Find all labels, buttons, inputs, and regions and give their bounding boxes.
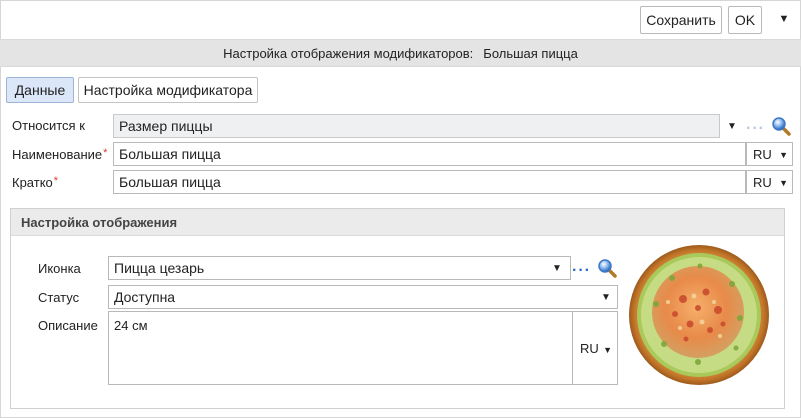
menu-dropdown-icon[interactable]: ▼: [776, 10, 792, 28]
pizza-image: [629, 245, 769, 385]
page-title-name: Большая пицца: [483, 45, 578, 61]
name-field[interactable]: Большая пицца: [113, 142, 746, 166]
tab-modifier-settings[interactable]: Настройка модификатора: [78, 77, 258, 103]
belongs-to-dropdown-icon[interactable]: ▼: [726, 119, 738, 133]
short-language-select[interactable]: RU ▼: [746, 170, 793, 194]
short-label: Кратко*: [12, 175, 59, 190]
description-label: Описание: [38, 318, 98, 333]
name-language-select[interactable]: RU ▼: [746, 142, 793, 166]
icon-field[interactable]: Пицца цезарь: [108, 256, 571, 280]
description-language-select[interactable]: RU ▼: [572, 311, 618, 385]
status-field[interactable]: Доступна: [108, 285, 618, 309]
icon-label: Иконка: [38, 261, 81, 276]
icon-dropdown-icon[interactable]: ▼: [551, 261, 563, 275]
status-label: Статус: [38, 290, 80, 305]
icon-search-icon[interactable]: [597, 258, 617, 278]
icon-more-icon[interactable]: ···: [572, 263, 591, 279]
belongs-to-field[interactable]: Размер пиццы: [113, 114, 720, 138]
belongs-to-label: Относится к: [12, 118, 85, 133]
description-textarea[interactable]: 24 см: [108, 311, 573, 385]
description-language-caret-icon: ▼: [603, 345, 612, 355]
belongs-to-more-icon[interactable]: ···: [746, 121, 765, 137]
tab-data[interactable]: Данные: [6, 77, 74, 103]
short-language-value: RU: [753, 174, 772, 190]
belongs-to-search-icon[interactable]: [771, 116, 791, 136]
short-language-caret-icon: ▼: [779, 178, 788, 188]
display-settings-header: Настройка отображения: [11, 209, 784, 236]
page-title-bar: Настройка отображения модификаторов: Бол…: [0, 39, 801, 67]
status-dropdown-icon[interactable]: ▼: [600, 290, 612, 304]
save-button[interactable]: Сохранить: [640, 6, 722, 34]
short-field[interactable]: Большая пицца: [113, 170, 746, 194]
ok-button[interactable]: OK: [728, 6, 762, 34]
name-label: Наименование*: [12, 147, 108, 162]
name-language-value: RU: [753, 146, 772, 162]
name-language-caret-icon: ▼: [779, 150, 788, 160]
page-title-prefix: Настройка отображения модификаторов:: [223, 45, 474, 61]
description-language-value: RU: [580, 340, 599, 356]
